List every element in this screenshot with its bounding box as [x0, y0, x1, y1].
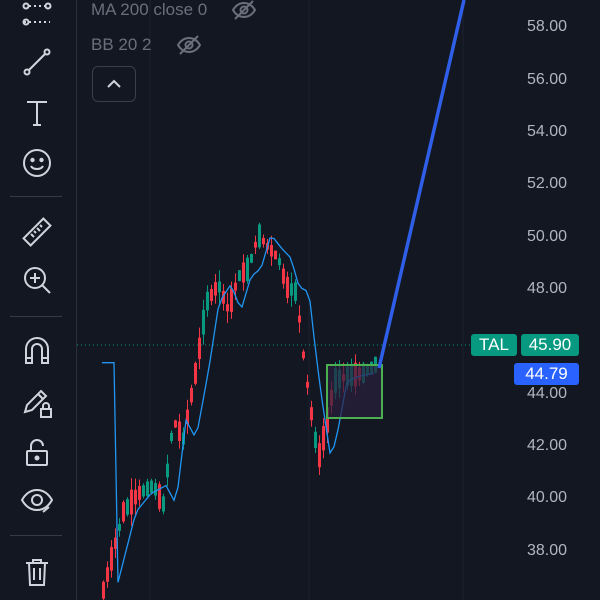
candle-body — [198, 337, 201, 359]
candle-body — [174, 420, 177, 428]
candle-body — [318, 443, 321, 468]
candle-body — [230, 288, 233, 312]
price-axis-label: 38.00 — [527, 542, 568, 559]
collapse-legend-button[interactable] — [92, 66, 136, 102]
candle-body — [194, 362, 197, 384]
candle-body — [178, 421, 181, 441]
candle-body — [250, 254, 253, 263]
candle-body — [270, 245, 273, 257]
candle-body — [302, 351, 305, 359]
candle-body — [274, 250, 277, 260]
trash-icon[interactable] — [13, 552, 61, 592]
candle-body — [190, 387, 193, 403]
drawing-toolbar — [0, 0, 77, 600]
price-axis-label: 44.00 — [527, 385, 568, 402]
legend-bb[interactable]: BB 20 2 — [91, 34, 202, 56]
candle-body — [226, 304, 229, 312]
candle-body — [118, 524, 121, 531]
candle-body — [154, 482, 157, 496]
candle-body — [202, 309, 205, 335]
candle-body — [162, 496, 165, 512]
legend-ma-label: MA 200 close 0 — [91, 0, 208, 19]
symbol-tag: TAL — [471, 334, 517, 356]
candle-body — [310, 407, 313, 421]
candle-body — [170, 432, 173, 442]
chart-grid — [149, 0, 464, 600]
trend-line-icon[interactable] — [13, 42, 61, 82]
magnet-icon[interactable] — [13, 331, 61, 371]
eye-icon[interactable] — [13, 480, 61, 520]
candle-body — [142, 485, 145, 497]
toolbar-separator — [10, 316, 62, 317]
candle-body — [206, 291, 209, 311]
candle-body — [134, 489, 137, 505]
zoom-in-icon[interactable] — [13, 260, 61, 300]
candle-body — [278, 258, 281, 266]
ruler-icon[interactable] — [13, 212, 61, 252]
candle-body — [110, 547, 113, 571]
candle-body — [214, 282, 217, 296]
candle-body — [294, 282, 297, 301]
eye-hidden-icon[interactable] — [176, 34, 202, 56]
chevron-up-icon — [107, 79, 121, 88]
candle-body — [258, 224, 261, 248]
candle-body — [146, 481, 149, 497]
last-price-tag: 45.90 — [521, 334, 579, 356]
lock-drawings-icon[interactable] — [13, 382, 61, 422]
candle-body — [314, 431, 317, 449]
toolbar-separator — [10, 196, 62, 197]
eye-hidden-icon[interactable] — [231, 0, 257, 21]
candle-body — [286, 276, 289, 298]
price-axis-label: 52.00 — [527, 175, 568, 192]
candle-body — [254, 241, 257, 248]
price-axis-label: 40.00 — [527, 489, 568, 506]
candle-body — [242, 262, 245, 283]
price-axis-label: 48.00 — [527, 280, 568, 297]
toolbar-separator — [10, 535, 62, 536]
emoji-icon[interactable] — [13, 143, 61, 183]
projection-line — [377, 0, 466, 369]
candle-body — [102, 581, 105, 599]
candle-body — [298, 315, 301, 323]
candle-body — [322, 426, 325, 451]
price-axis-label: 56.00 — [527, 71, 568, 88]
candle-body — [238, 270, 241, 282]
candle-body — [246, 257, 249, 282]
selection-rectangle — [326, 364, 383, 419]
price-axis-label: 58.00 — [527, 18, 568, 35]
candle-body — [262, 237, 265, 245]
unlock-icon[interactable] — [13, 432, 61, 472]
candle-body — [150, 480, 153, 493]
candle-body — [290, 283, 293, 296]
candle-body — [130, 489, 133, 515]
legend-bb-label: BB 20 2 — [91, 35, 152, 54]
candle-body — [138, 485, 141, 500]
candle-body — [218, 281, 221, 293]
crosshair-price-tag: 44.79 — [514, 363, 579, 385]
text-tool-icon[interactable] — [13, 93, 61, 133]
candle-body — [122, 502, 125, 522]
candle-body — [114, 537, 117, 549]
candle-body — [210, 288, 213, 301]
price-chart[interactable] — [77, 0, 600, 600]
price-axis-label: 42.00 — [527, 437, 568, 454]
candle-body — [282, 268, 285, 284]
candle-body — [126, 499, 129, 515]
candle-body — [106, 567, 109, 582]
candle-body — [306, 381, 309, 388]
legend-ma[interactable]: MA 200 close 0 — [91, 0, 257, 21]
price-axis-label: 54.00 — [527, 123, 568, 140]
candle-body — [234, 282, 237, 291]
price-axis-label: 50.00 — [527, 228, 568, 245]
trend-pattern-icon[interactable] — [13, 0, 61, 34]
candle-body — [166, 463, 169, 478]
